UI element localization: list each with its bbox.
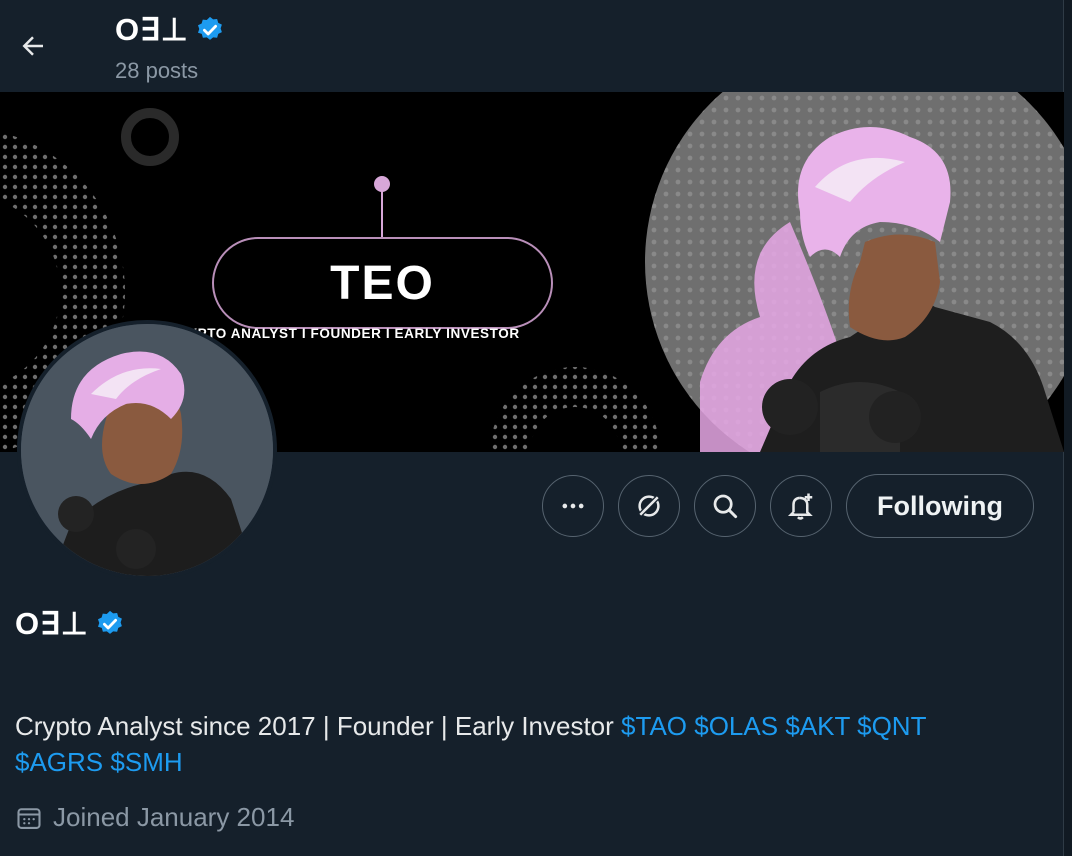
search-posts-button[interactable] bbox=[694, 475, 757, 537]
avatar-image bbox=[21, 324, 273, 576]
grok-button[interactable] bbox=[618, 475, 681, 537]
more-button[interactable] bbox=[542, 475, 605, 537]
scrollbar-track[interactable] bbox=[1063, 0, 1072, 856]
cashtag-link[interactable]: $QNT bbox=[857, 711, 926, 741]
cashtag-link[interactable]: $SMH bbox=[110, 747, 182, 777]
profile-display-name: O∃⊥ bbox=[15, 606, 125, 642]
joined-text: Joined January 2014 bbox=[53, 802, 295, 832]
joined-date: Joined January 2014 bbox=[15, 802, 294, 833]
grok-icon bbox=[638, 495, 660, 517]
following-button[interactable]: Following bbox=[846, 474, 1034, 538]
back-arrow-icon bbox=[22, 36, 43, 56]
profile-avatar[interactable] bbox=[17, 320, 277, 580]
back-button[interactable] bbox=[14, 28, 52, 64]
cashtag-link[interactable]: $TAO bbox=[621, 711, 687, 741]
notifications-button[interactable] bbox=[770, 475, 833, 537]
bio-text: Crypto Analyst since 2017 | Founder | Ea… bbox=[15, 711, 622, 741]
cashtag-link[interactable]: $AGRS bbox=[15, 747, 103, 777]
profile-actions: Following bbox=[542, 474, 1034, 538]
search-icon bbox=[713, 494, 738, 519]
post-count: 28 posts bbox=[115, 58, 199, 83]
banner-logo-text: TEO bbox=[330, 256, 435, 310]
profile-bio: Crypto Analyst since 2017 | Founder | Ea… bbox=[15, 708, 1035, 780]
verified-badge-icon bbox=[197, 16, 222, 40]
banner-tagline: YPTO ANALYST I FOUNDER I EARLY INVESTOR bbox=[188, 326, 520, 341]
more-icon bbox=[562, 503, 584, 509]
notification-bell-icon bbox=[787, 493, 813, 520]
header-display-name: O∃⊥ bbox=[115, 12, 225, 48]
header-name-text: O∃⊥ bbox=[115, 12, 189, 47]
profile-header-bar: O∃⊥ 28 posts bbox=[0, 0, 1072, 92]
calendar-icon bbox=[17, 807, 41, 829]
cashtag-link[interactable]: $OLAS bbox=[694, 711, 778, 741]
profile-name-text: O∃⊥ bbox=[15, 606, 89, 641]
cashtag-link[interactable]: $AKT bbox=[785, 711, 850, 741]
banner-logo: TEO bbox=[213, 238, 552, 328]
verified-badge-icon[interactable] bbox=[95, 609, 125, 639]
